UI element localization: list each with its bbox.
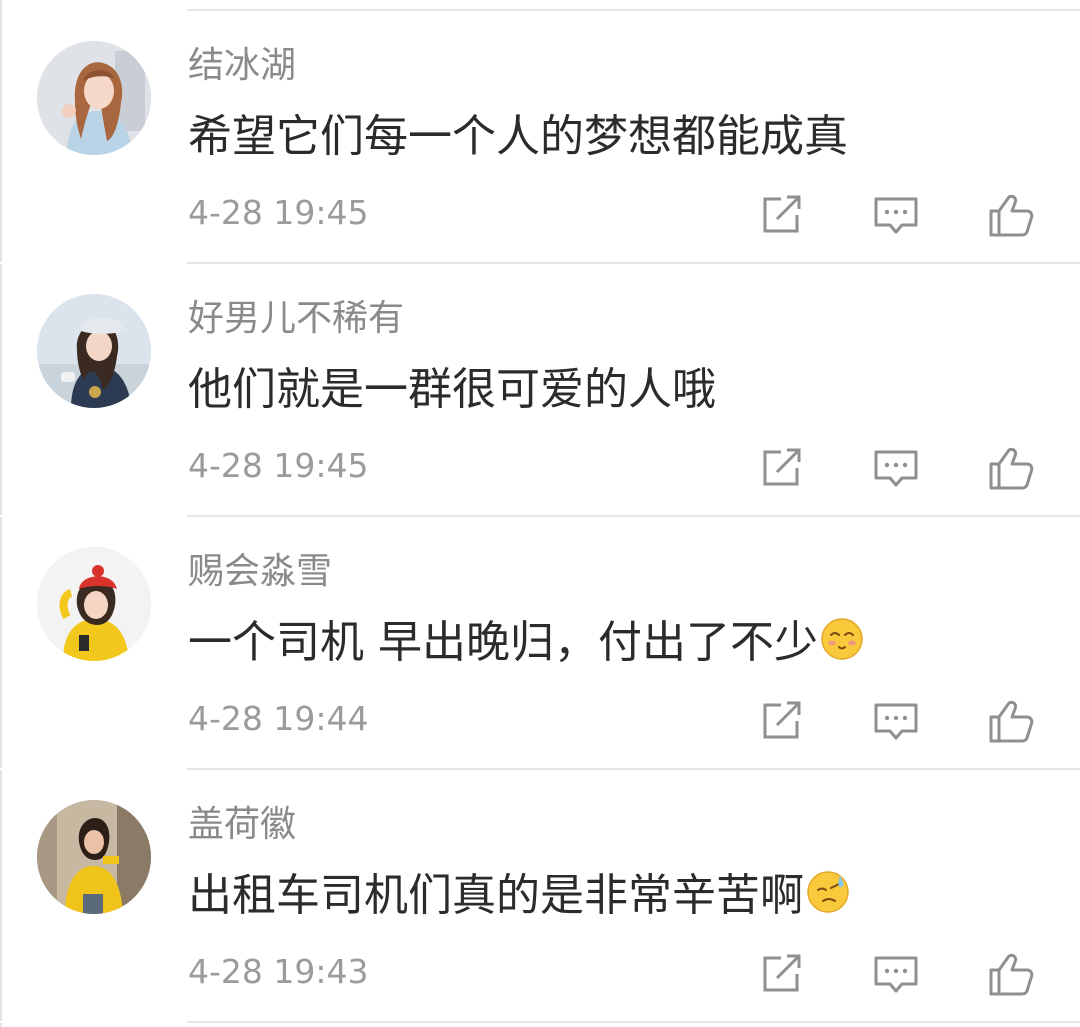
username[interactable]: 盖荷徽 — [188, 803, 296, 847]
comment-text: 希望它们每一个人的梦想都能成真 — [188, 107, 848, 167]
thumbs-up-icon — [989, 700, 1034, 743]
smiling-blushing-emoji-icon — [821, 618, 863, 660]
divider-mask — [0, 1021, 187, 1023]
comment-actions — [755, 191, 1055, 239]
comment-item: 好男儿不稀有 他们就是一群很可爱的人哦 4-28 19:45 — [0, 264, 1080, 517]
comment-icon — [874, 956, 918, 993]
share-button[interactable] — [755, 697, 811, 745]
avatar-woman-long-hair-icon — [37, 41, 151, 155]
timestamp: 4-28 19:44 — [188, 699, 369, 738]
avatar-woman-cap-icon — [37, 294, 151, 408]
like-button[interactable] — [983, 444, 1039, 492]
share-icon — [763, 448, 801, 486]
username[interactable]: 赐会淼雪 — [188, 550, 332, 594]
comment-item: 盖荷徽 出租车司机们真的是非常辛苦啊 4-28 19:43 — [0, 770, 1080, 1023]
timestamp: 4-28 19:45 — [188, 446, 369, 485]
comment-text: 他们就是一群很可爱的人哦 — [188, 360, 716, 420]
share-icon — [763, 701, 801, 739]
like-button[interactable] — [983, 191, 1039, 239]
user-avatar[interactable] — [37, 294, 151, 408]
comment-icon — [874, 197, 918, 234]
reply-button[interactable] — [868, 191, 924, 239]
like-button[interactable] — [983, 950, 1039, 998]
share-button[interactable] — [755, 444, 811, 492]
comment-list: 结冰湖 希望它们每一个人的梦想都能成真 4-28 19:45 好男儿不稀有 他们… — [0, 11, 1080, 1023]
thumbs-up-icon — [989, 953, 1034, 996]
comment-actions — [755, 950, 1055, 998]
comment-icon — [874, 703, 918, 740]
comment-icon — [874, 450, 918, 487]
reply-button[interactable] — [868, 697, 924, 745]
avatar-yellow-jacket-icon — [37, 800, 151, 914]
avatar-yellow-jacket-red-hat-icon — [37, 547, 151, 661]
comment-text: 一个司机 早出晚归，付出了不少 — [188, 613, 864, 673]
share-icon — [763, 954, 801, 992]
sweating-emoji-icon — [807, 871, 849, 913]
comment-actions — [755, 697, 1055, 745]
comment-item: 结冰湖 希望它们每一个人的梦想都能成真 4-28 19:45 — [0, 11, 1080, 264]
username[interactable]: 好男儿不稀有 — [188, 297, 404, 341]
comment-text-content: 希望它们每一个人的梦想都能成真 — [188, 111, 848, 162]
thumbs-up-icon — [989, 447, 1034, 490]
share-icon — [763, 195, 801, 233]
thumbs-up-icon — [989, 194, 1034, 237]
user-avatar[interactable] — [37, 547, 151, 661]
share-button[interactable] — [755, 950, 811, 998]
comment-text: 出租车司机们真的是非常辛苦啊 — [188, 866, 850, 926]
comment-text-content: 出租车司机们真的是非常辛苦啊 — [188, 870, 804, 921]
comment-actions — [755, 444, 1055, 492]
comment-text-content: 一个司机 早出晚归，付出了不少 — [188, 617, 818, 668]
reply-button[interactable] — [868, 444, 924, 492]
user-avatar[interactable] — [37, 41, 151, 155]
user-avatar[interactable] — [37, 800, 151, 914]
comment-text-content: 他们就是一群很可爱的人哦 — [188, 364, 716, 415]
timestamp: 4-28 19:45 — [188, 193, 369, 232]
username[interactable]: 结冰湖 — [188, 44, 296, 88]
share-button[interactable] — [755, 191, 811, 239]
comment-item: 赐会淼雪 一个司机 早出晚归，付出了不少 4-28 19:44 — [0, 517, 1080, 770]
like-button[interactable] — [983, 697, 1039, 745]
reply-button[interactable] — [868, 950, 924, 998]
timestamp: 4-28 19:43 — [188, 952, 369, 991]
